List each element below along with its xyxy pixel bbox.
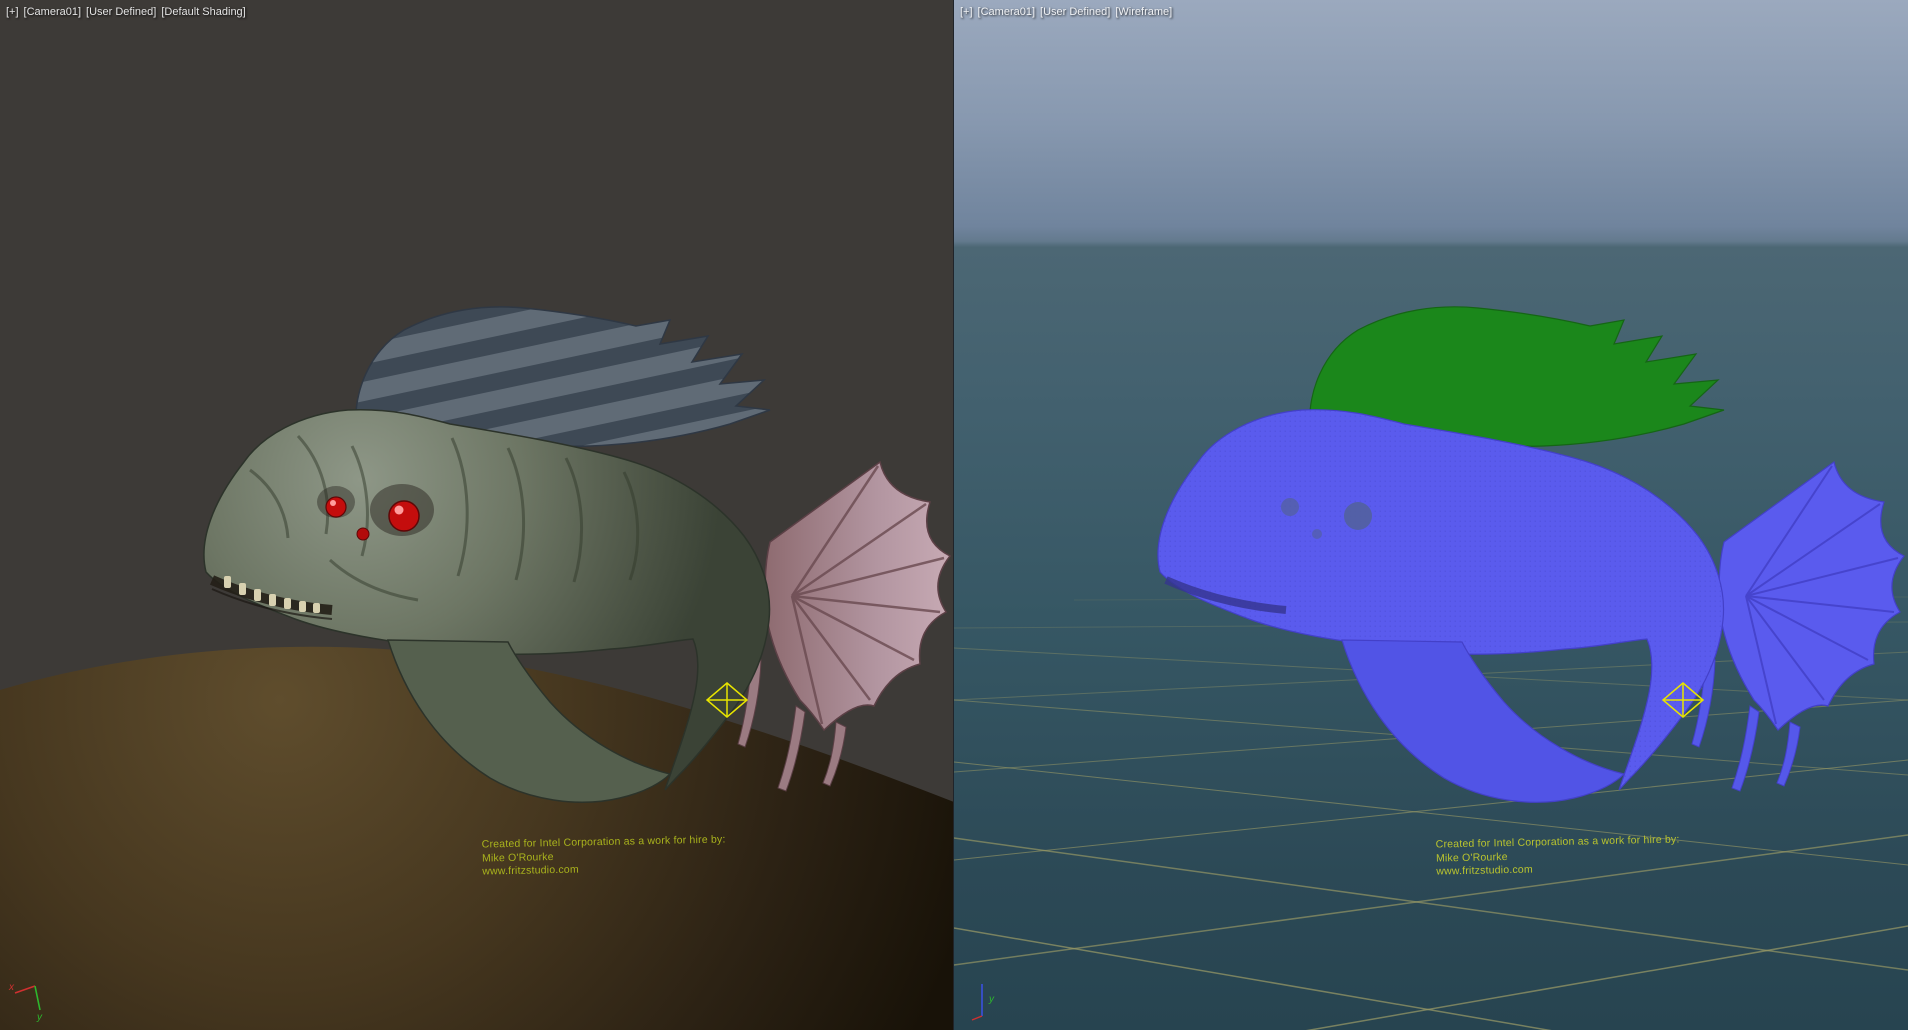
fish-eye-large (1344, 502, 1372, 530)
shaded-scene-canvas[interactable] (0, 0, 954, 1030)
viewport-general-menu[interactable]: [+] (960, 6, 973, 18)
y-axis-label: y (36, 1012, 43, 1022)
fish-lower-fin[interactable] (1342, 640, 1624, 802)
viewport-general-menu[interactable]: [+] (6, 6, 19, 18)
viewport-shading-menu[interactable]: [Default Shading] (161, 6, 245, 18)
fish-eye-small (357, 528, 369, 540)
fish-eye-small (1312, 529, 1322, 539)
watermark-text: Created for Intel Corporation as a work … (1436, 833, 1681, 879)
viewport-pov-menu[interactable]: [User Defined] (86, 6, 156, 18)
x-axis-line (972, 1016, 982, 1020)
viewport-divider (953, 0, 954, 1030)
fish-eye-medium (1281, 498, 1299, 516)
viewport-label-bar: [+] [Camera01] [User Defined] [Default S… (6, 6, 246, 18)
x-axis-line (15, 986, 35, 993)
viewport-camera-menu[interactable]: [Camera01] (978, 6, 1035, 18)
world-axis-tripod: x y (8, 974, 56, 1022)
viewport-wireframe[interactable]: [+] [Camera01] [User Defined] [Wireframe… (954, 0, 1908, 1030)
fish-eye-highlight (330, 500, 336, 506)
fish-eye-large (389, 501, 419, 531)
wireframe-scene-canvas[interactable] (954, 0, 1908, 1030)
fish-eye-highlight (395, 506, 404, 515)
y-axis-label: y (988, 994, 995, 1005)
watermark-text: Created for Intel Corporation as a work … (482, 833, 727, 879)
fish-eye-medium (326, 497, 346, 517)
viewport-pov-menu[interactable]: [User Defined] (1040, 6, 1110, 18)
y-axis-line (35, 986, 40, 1010)
x-axis-label: x (8, 982, 15, 993)
viewport-shaded[interactable]: [+] [Camera01] [User Defined] [Default S… (0, 0, 954, 1030)
viewport-shading-menu[interactable]: [Wireframe] (1115, 6, 1172, 18)
world-axis-tripod: y (964, 976, 1012, 1024)
fish-model[interactable] (1158, 307, 1904, 802)
viewport-label-bar: [+] [Camera01] [User Defined] [Wireframe… (960, 6, 1172, 18)
viewport-camera-menu[interactable]: [Camera01] (24, 6, 81, 18)
